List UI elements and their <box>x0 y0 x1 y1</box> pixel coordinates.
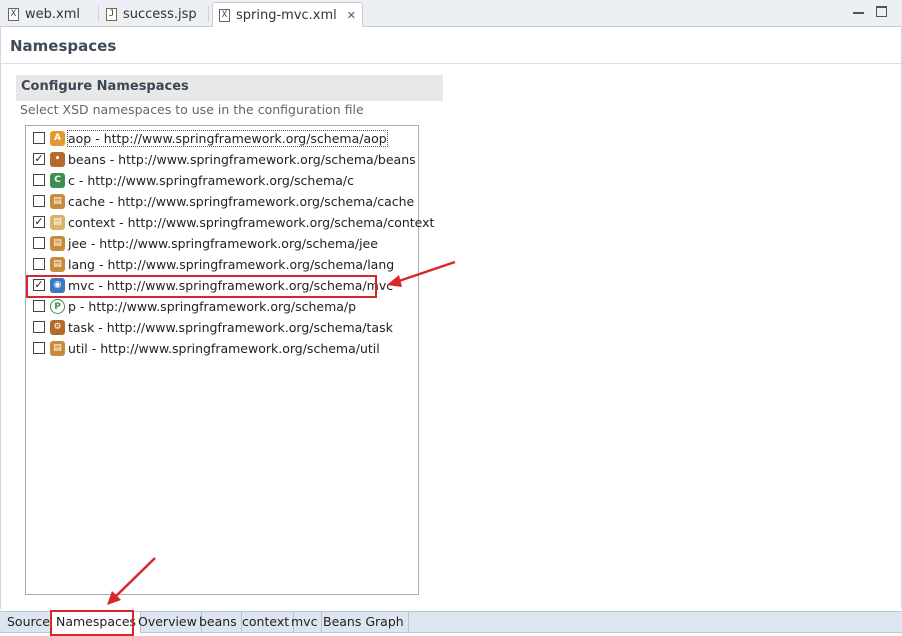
namespace-item-beans[interactable]: ✓ • beans - http://www.springframework.org… <box>26 149 418 170</box>
cache-icon: ▤ <box>50 194 65 209</box>
page-tab-mvc[interactable]: mvc <box>287 612 323 633</box>
namespace-item-lang[interactable]: ▤ lang - http://www.springframework.org/s… <box>26 254 418 275</box>
namespace-label: beans - http://www.springframework.org/s… <box>68 152 416 167</box>
annotation-highlight-mvc <box>26 275 377 298</box>
page-tab-source[interactable]: Source <box>3 612 55 633</box>
namespace-label: jee - http://www.springframework.org/sch… <box>68 236 378 251</box>
tab-separator <box>98 6 99 22</box>
namespace-item-context[interactable]: ✓ ▤ context - http://www.springframework.o… <box>26 212 434 233</box>
namespace-label: cache - http://www.springframework.org/s… <box>68 194 415 209</box>
aop-icon: A <box>50 131 65 146</box>
namespace-label: p - http://www.springframework.org/schem… <box>68 299 357 314</box>
context-icon: ▤ <box>50 215 65 230</box>
namespace-checkbox[interactable]: ✓ <box>33 153 45 165</box>
tab-spring-mvc-xml[interactable]: X spring-mvc.xml ✕ <box>212 2 363 28</box>
namespace-label: lang - http://www.springframework.org/sc… <box>68 257 395 272</box>
lang-icon: ▤ <box>50 257 65 272</box>
minimize-icon[interactable] <box>853 7 864 14</box>
page-tab-bar: Source Namespaces Overview beans context mvc B… <box>0 609 902 636</box>
tab-label: spring-mvc.xml <box>236 8 337 23</box>
tab-success-jsp[interactable]: J success.jsp <box>100 2 203 27</box>
namespace-item-p[interactable]: Pp - http://www.springframework.org/sche… <box>26 296 418 317</box>
page-tab-context[interactable]: context <box>238 612 295 633</box>
namespace-checkbox[interactable] <box>33 174 45 186</box>
namespace-item-util[interactable]: ▤ util - http://www.springframework.org/s… <box>26 338 418 359</box>
p-icon: P <box>50 299 65 314</box>
maximize-icon[interactable] <box>876 6 887 17</box>
c-icon: C <box>50 173 65 188</box>
namespace-checkbox[interactable] <box>33 195 45 207</box>
tab-label: web.xml <box>25 7 80 22</box>
namespace-checkbox[interactable]: ✓ <box>33 216 45 228</box>
namespace-checkbox[interactable] <box>33 237 45 249</box>
namespace-item-cache[interactable]: ▤ cache - http://www.springframework.org/… <box>26 191 418 212</box>
namespace-label: c - http://www.springframework.org/schem… <box>68 173 354 188</box>
namespace-label: util - http://www.springframework.org/sc… <box>68 341 380 356</box>
task-icon: ⚙ <box>50 320 65 335</box>
namespace-item-task[interactable]: ⚙ task - http://www.springframework.org/s… <box>26 317 418 338</box>
namespace-label: context - http://www.springframework.org… <box>68 215 435 230</box>
namespace-checkbox[interactable] <box>33 132 45 144</box>
editor-tab-bar: X web.xml J success.jsp X spring-mvc.xml… <box>0 0 902 28</box>
section-description: Select XSD namespaces to use in the conf… <box>20 102 364 117</box>
divider <box>1 63 901 64</box>
namespace-checkbox[interactable] <box>33 300 45 312</box>
xml-file-icon: X <box>8 8 19 21</box>
namespace-label: task - http://www.springframework.org/sc… <box>68 320 393 335</box>
namespace-label: aop - http://www.springframework.org/sch… <box>67 130 388 147</box>
namespace-checkbox[interactable] <box>33 258 45 270</box>
xml-file-icon: X <box>219 9 230 22</box>
jsp-file-icon: J <box>106 8 117 21</box>
namespace-list: Aaop - http://www.springframework.org/sc… <box>25 125 434 595</box>
page-title: Namespaces <box>10 37 117 55</box>
namespace-checkbox[interactable] <box>33 342 45 354</box>
namespace-item-c[interactable]: Cc - http://www.springframework.org/sche… <box>26 170 418 191</box>
tab-web-xml[interactable]: X web.xml <box>2 2 86 27</box>
page-tab-beans[interactable]: beans <box>195 612 242 633</box>
close-icon[interactable]: ✕ <box>347 9 356 22</box>
page-tab-beans-graph[interactable]: Beans Graph <box>319 612 409 633</box>
annotation-arrow-icon <box>107 557 156 605</box>
page-tab-overview[interactable]: Overview <box>134 612 202 633</box>
annotation-arrow-icon <box>387 260 456 287</box>
editor-area: Namespaces Configure Namespaces Select X… <box>0 27 902 609</box>
namespace-checkbox[interactable] <box>33 321 45 333</box>
namespace-item-jee[interactable]: ▤ jee - http://www.springframework.org/sc… <box>26 233 418 254</box>
util-icon: ▤ <box>50 341 65 356</box>
tab-separator <box>208 6 209 22</box>
namespace-item-aop[interactable]: Aaop - http://www.springframework.org/sc… <box>26 128 418 149</box>
jee-icon: ▤ <box>50 236 65 251</box>
section-header: Configure Namespaces <box>16 75 443 101</box>
beans-icon: • <box>50 152 65 167</box>
annotation-highlight-namespaces-tab <box>50 610 134 636</box>
tab-label: success.jsp <box>123 7 197 22</box>
